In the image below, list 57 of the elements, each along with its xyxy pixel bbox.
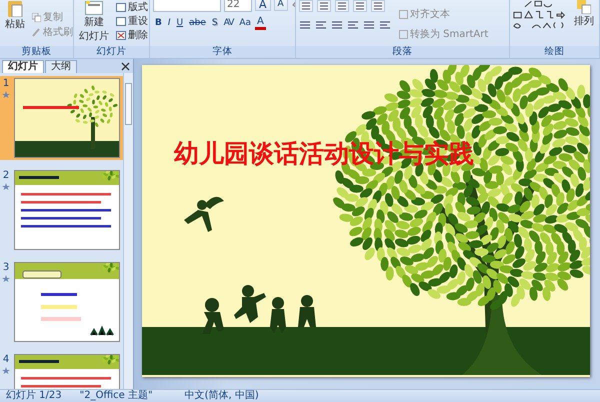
fairy-drawing <box>184 196 224 232</box>
slide-number: 1 <box>2 78 10 89</box>
align-icon <box>399 10 408 18</box>
group-label: 绘图 <box>510 46 599 58</box>
group-label: 段落 <box>296 46 509 58</box>
slide-icon <box>116 30 126 40</box>
slide-thumbnail-item[interactable]: 2 <box>0 168 123 252</box>
scrollbar[interactable] <box>123 73 133 389</box>
smartart-icon <box>399 30 408 38</box>
columns-icon[interactable] <box>379 19 391 31</box>
panel-tab[interactable]: 幻灯片 <box>2 60 44 73</box>
decrease-indent-icon[interactable] <box>335 0 349 12</box>
slide-number: 2 <box>2 170 10 181</box>
group-label: 剪贴板 <box>0 46 73 58</box>
new-slide-button[interactable]: 新建 幻灯片 <box>77 0 111 43</box>
slide-number: 4 <box>2 354 10 365</box>
shadow-button[interactable]: S <box>210 16 220 30</box>
distribute-icon[interactable] <box>363 19 375 31</box>
font-color-button[interactable]: A <box>255 16 266 30</box>
bullets-icon[interactable] <box>299 0 313 12</box>
star-icon <box>2 91 10 98</box>
line-spacing-icon[interactable] <box>371 0 385 12</box>
increase-indent-icon[interactable] <box>353 0 367 12</box>
slide-number: 3 <box>2 262 10 273</box>
copy-icon <box>32 12 41 22</box>
align-center-icon[interactable] <box>315 19 327 31</box>
group-label: 幻灯片 <box>74 46 149 58</box>
strikethrough-button[interactable]: abe <box>187 16 208 30</box>
clipboard-icon <box>7 1 23 17</box>
group-label: 字体 <box>150 46 295 58</box>
slide-icon <box>85 1 103 15</box>
slide-count: 幻灯片 1/23 <box>6 390 62 402</box>
change-case-button[interactable]: Aa <box>237 16 254 30</box>
slide-thumbnail-item[interactable]: 1 <box>0 76 123 160</box>
align-right-icon[interactable] <box>331 19 343 31</box>
align-left-icon[interactable] <box>299 19 311 31</box>
delete-button[interactable]: 删除 <box>114 28 149 42</box>
brush-icon <box>32 28 41 36</box>
panel-tab[interactable]: 大纲 <box>45 60 77 73</box>
bold-button[interactable]: B <box>153 16 164 30</box>
slide-thumbnail-item[interactable]: 3 <box>0 260 123 344</box>
star-icon <box>2 275 10 282</box>
paste-button[interactable]: 粘贴 <box>3 0 27 31</box>
slide-thumbnail-item[interactable]: 4 <box>0 352 123 389</box>
layout-button[interactable]: 版式 <box>114 0 149 14</box>
italic-button[interactable]: I <box>166 16 173 30</box>
arrange-button[interactable]: 排列 <box>572 0 596 28</box>
close-icon[interactable] <box>121 62 130 70</box>
font-name-field[interactable] <box>153 0 221 12</box>
star-icon <box>2 183 10 190</box>
justify-icon[interactable] <box>347 19 359 31</box>
star-icon <box>2 367 10 374</box>
spacing-button[interactable]: AV <box>222 16 236 30</box>
underline-button[interactable]: U <box>174 16 186 30</box>
numbering-icon[interactable] <box>317 0 331 12</box>
arrange-icon <box>577 0 591 14</box>
reset-button[interactable]: 重设 <box>114 14 149 28</box>
